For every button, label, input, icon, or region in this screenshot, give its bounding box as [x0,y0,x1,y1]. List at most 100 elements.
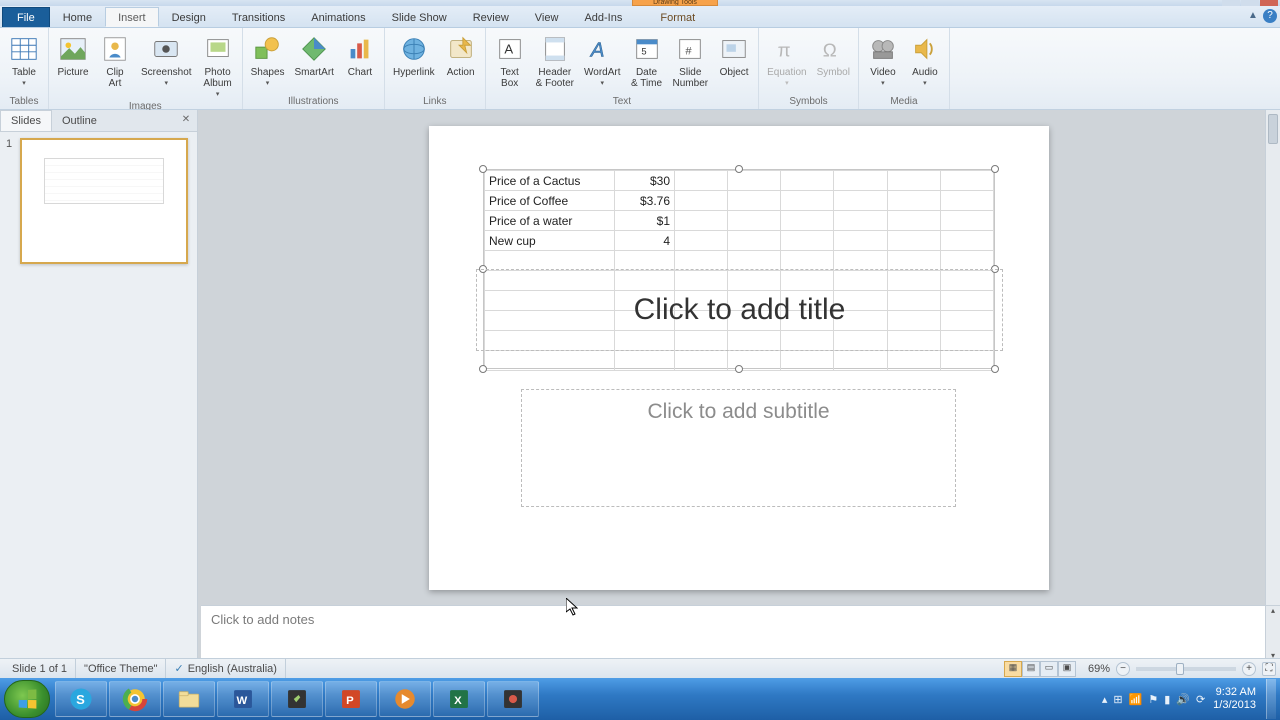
tab-format[interactable]: Format [647,7,708,27]
textbox-button[interactable]: AText Box [490,30,530,92]
headerfooter-button[interactable]: Header & Footer [532,30,578,92]
resize-handle[interactable] [479,365,487,373]
symbol-icon: Ω [817,33,849,65]
taskbar-skype[interactable]: S [55,681,107,717]
tab-review[interactable]: Review [460,7,522,27]
shapes-button[interactable]: Shapes▾ [247,30,289,90]
taskbar-app2[interactable] [487,681,539,717]
slide[interactable]: Price of a Cactus$30 Price of Coffee$3.7… [429,126,1049,590]
show-desktop[interactable] [1266,679,1276,719]
wordart-button[interactable]: AWordArt▾ [580,30,625,90]
close-panel-icon[interactable]: ✕ [179,114,193,128]
ribbon-minimize-icon[interactable]: ▲ [1246,9,1260,23]
taskbar-mediaplayer[interactable] [379,681,431,717]
taskbar-explorer[interactable] [163,681,215,717]
smartart-button[interactable]: SmartArt [291,30,338,81]
table-button[interactable]: Table▾ [4,30,44,90]
title-placeholder[interactable]: Click to add title [476,269,1003,351]
svg-text:A: A [504,42,513,57]
chart-icon [344,33,376,65]
tray-battery-icon[interactable]: ▮ [1164,693,1170,706]
taskbar: S W P X ▴ ⊞ 📶 ⚑ ▮ 🔊 ⟳ 9:32 AM 1/3/2013 [0,678,1280,720]
svg-text:Ω: Ω [823,40,837,61]
textbox-icon: A [494,33,526,65]
group-text: Text [490,96,754,109]
resize-handle[interactable] [735,365,743,373]
screenshot-icon [150,33,182,65]
hyperlink-icon [398,33,430,65]
hyperlink-button[interactable]: Hyperlink [389,30,439,81]
thumb-number: 1 [6,138,16,264]
notes-pane[interactable]: Click to add notes ▴▾ [201,605,1280,665]
tab-addins[interactable]: Add-Ins [571,7,635,27]
tray-sync-icon[interactable]: ⟳ [1196,693,1205,706]
status-theme: "Office Theme" [76,659,166,678]
canvas-scrollbar[interactable] [1265,110,1280,665]
fit-to-window[interactable]: ⛶ [1262,662,1276,676]
view-sorter[interactable]: ▤ [1022,661,1040,677]
view-reading[interactable]: ▭ [1040,661,1058,677]
zoom-out[interactable]: − [1116,662,1130,676]
notes-placeholder: Click to add notes [211,612,314,627]
view-normal[interactable]: ▦ [1004,661,1022,677]
screenshot-button[interactable]: Screenshot▾ [137,30,196,90]
tray-up-icon[interactable]: ▴ [1102,693,1108,706]
tab-file[interactable]: File [2,7,50,27]
help-icon[interactable]: ? [1263,9,1277,23]
photoalbum-button[interactable]: Photo Album▾ [198,30,238,101]
video-button[interactable]: Video▾ [863,30,903,90]
datetime-button[interactable]: 5Date & Time [627,30,667,92]
tab-design[interactable]: Design [159,7,219,27]
zoom-percent[interactable]: 69% [1082,663,1116,675]
tab-animations[interactable]: Animations [298,7,378,27]
taskbar-powerpoint[interactable]: P [325,681,377,717]
action-button[interactable]: Action [441,30,481,81]
resize-handle[interactable] [479,165,487,173]
resize-handle[interactable] [991,165,999,173]
subtitle-placeholder[interactable]: Click to add subtitle [521,389,956,507]
picture-icon [57,33,89,65]
system-tray[interactable]: ▴ ⊞ 📶 ⚑ ▮ 🔊 ⟳ 9:32 AM 1/3/2013 [1102,686,1262,712]
taskbar-excel[interactable]: X [433,681,485,717]
side-tab-outline[interactable]: Outline [52,111,107,131]
zoom-slider[interactable] [1136,667,1236,671]
group-media: Media [863,96,945,109]
notes-scrollbar[interactable]: ▴▾ [1265,606,1280,665]
resize-handle[interactable] [991,365,999,373]
resize-handle[interactable] [735,165,743,173]
status-lang[interactable]: ✓English (Australia) [166,659,285,678]
taskbar-app1[interactable] [271,681,323,717]
slide-canvas-area[interactable]: Price of a Cactus$30 Price of Coffee$3.7… [198,110,1280,665]
shapes-icon [252,33,284,65]
taskbar-chrome[interactable] [109,681,161,717]
tab-slideshow[interactable]: Slide Show [379,7,460,27]
smartart-icon [298,33,330,65]
chart-button[interactable]: Chart [340,30,380,81]
view-slideshow[interactable]: ▣ [1058,661,1076,677]
tab-transitions[interactable]: Transitions [219,7,298,27]
clock[interactable]: 9:32 AM 1/3/2013 [1213,686,1256,712]
svg-text:5: 5 [641,47,646,57]
tray-network-icon[interactable]: 📶 [1129,693,1143,706]
group-tables: Tables [4,96,44,109]
svg-text:P: P [346,695,354,707]
start-button[interactable] [4,680,50,718]
headerfooter-icon [539,33,571,65]
picture-button[interactable]: Picture [53,30,93,81]
ribbon-tabs: File Home Insert Design Transitions Anim… [0,6,1280,28]
object-button[interactable]: Object [714,30,754,81]
tray-icon[interactable]: ⊞ [1113,693,1122,706]
taskbar-word[interactable]: W [217,681,269,717]
tray-flag-icon[interactable]: ⚑ [1148,693,1158,706]
slidenumber-button[interactable]: #Slide Number [669,30,713,92]
tab-home[interactable]: Home [50,7,105,27]
tray-volume-icon[interactable]: 🔊 [1176,693,1190,706]
zoom-in[interactable]: + [1242,662,1256,676]
side-tab-slides[interactable]: Slides [0,110,52,131]
tab-view[interactable]: View [522,7,572,27]
audio-button[interactable]: Audio▾ [905,30,945,90]
svg-text:S: S [76,692,85,707]
slide-thumbnail[interactable] [20,138,188,264]
tab-insert[interactable]: Insert [105,7,159,27]
clipart-button[interactable]: Clip Art [95,30,135,92]
